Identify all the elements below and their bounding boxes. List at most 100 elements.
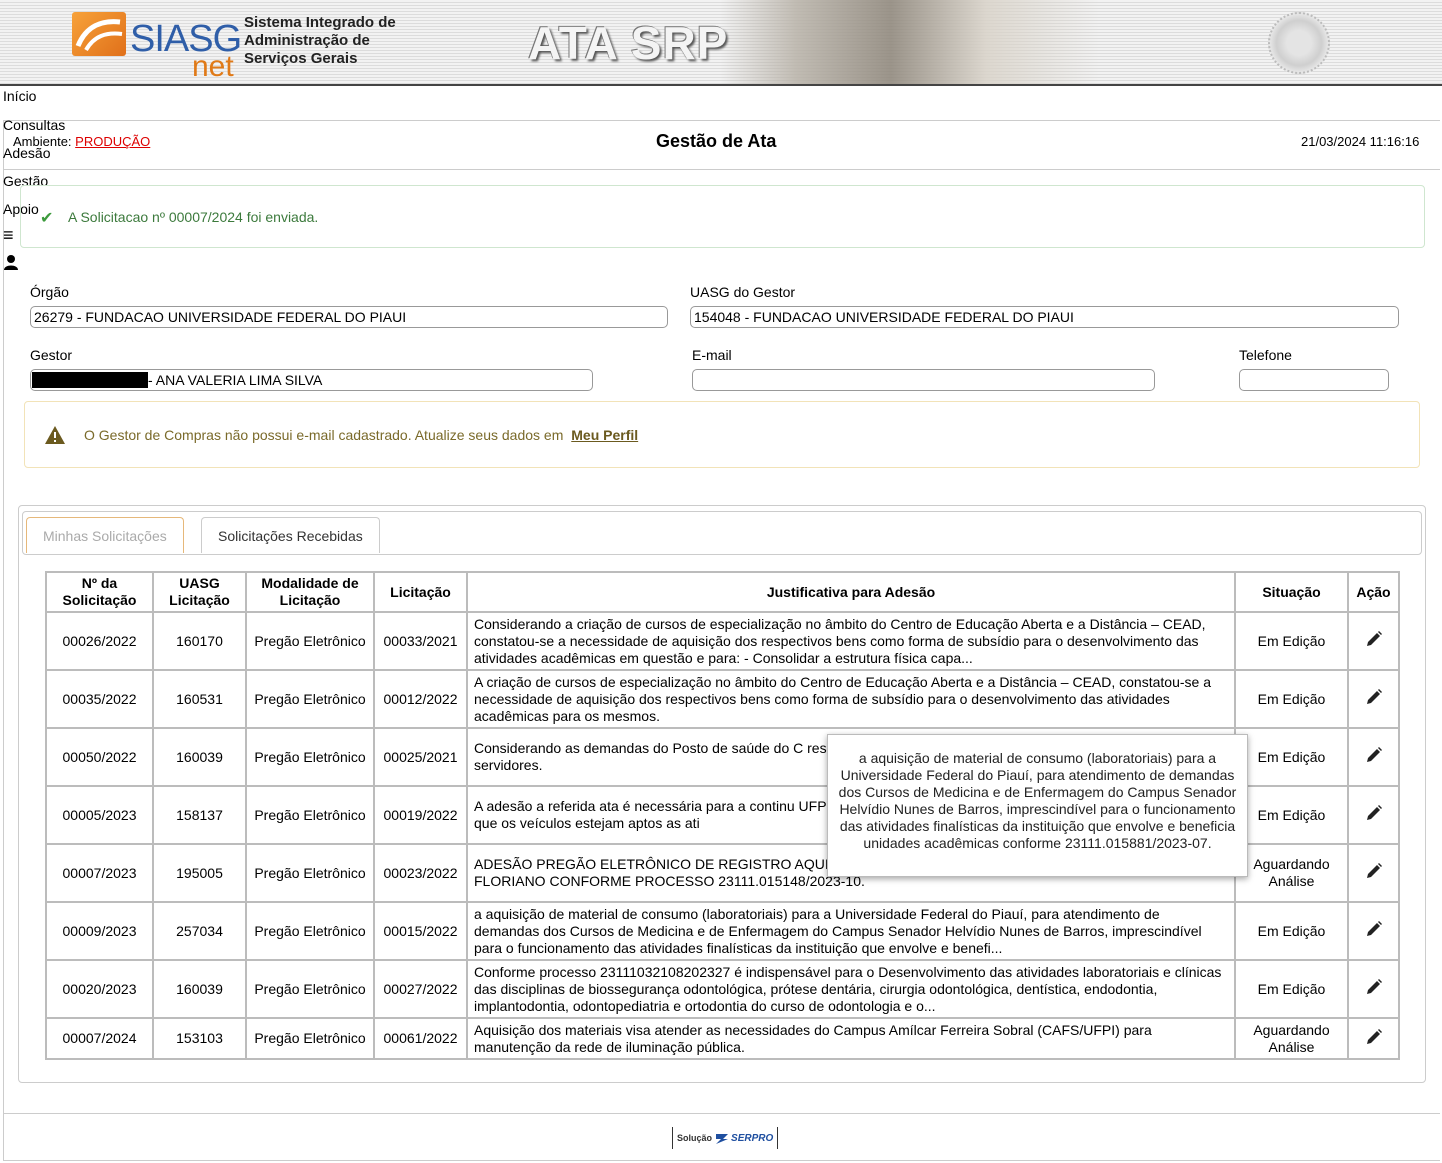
table-row: 00020/2023 160039 Pregão Eletrônico 00027/2… — [45, 959, 1400, 1019]
modalidade-cell: Pregão Eletrônico — [245, 727, 375, 787]
solicitacao-number-cell: 00020/2023 — [45, 959, 154, 1019]
telefone-label: Telefone — [1239, 347, 1292, 363]
environment-value: PRODUÇÃO — [75, 134, 151, 149]
warning-triangle-icon — [44, 425, 66, 445]
action-cell — [1347, 669, 1400, 729]
situacao-cell: Em Edição — [1234, 959, 1349, 1019]
action-cell — [1347, 727, 1400, 787]
meu-perfil-link[interactable]: Meu Perfil — [571, 427, 638, 443]
hamburger-icon[interactable]: ≡ — [3, 226, 14, 244]
email-label: E-mail — [692, 347, 732, 363]
orgao-label: Órgão — [30, 284, 69, 300]
modalidade-cell: Pregão Eletrônico — [245, 669, 375, 729]
modalidade-cell: Pregão Eletrônico — [245, 611, 375, 671]
modalidade-cell: Pregão Eletrônico — [245, 1017, 375, 1060]
menu-item-adesao[interactable]: Adesão — [3, 145, 50, 161]
situacao-cell: Em Edição — [1234, 669, 1349, 729]
system-name: Sistema Integrado de Administração de Se… — [244, 14, 414, 68]
solicitacao-number-cell: 00007/2024 — [45, 1017, 154, 1060]
solicitacao-number-cell: 00005/2023 — [45, 785, 154, 845]
action-cell — [1347, 785, 1400, 845]
column-header: Situação — [1234, 571, 1349, 613]
table-row: 00009/2023 257034 Pregão Eletrônico 00015/2… — [45, 901, 1400, 961]
user-icon[interactable] — [3, 254, 19, 273]
orgao-field[interactable]: 26279 - FUNDACAO UNIVERSIDADE FEDERAL DO… — [30, 306, 668, 328]
licitacao-cell: 00027/2022 — [373, 959, 468, 1019]
column-header: Justificativa para Adesão — [466, 571, 1236, 613]
uasg-gestor-label: UASG do Gestor — [690, 284, 796, 300]
solicitacao-number-cell: 00009/2023 — [45, 901, 154, 961]
situacao-cell: Em Edição — [1234, 727, 1349, 787]
tab-minhas-solicitacoes[interactable]: Minhas Solicitações — [26, 517, 184, 553]
modalidade-cell: Pregão Eletrônico — [245, 843, 375, 903]
pencil-icon[interactable] — [1365, 862, 1383, 884]
footer-prefix: Solução — [677, 1133, 713, 1143]
modalidade-cell: Pregão Eletrônico — [245, 785, 375, 845]
system-name-line: Serviços Gerais — [244, 50, 358, 67]
justificativa-cell: Conforme processo 23111032108202327 é in… — [466, 959, 1236, 1019]
coat-of-arms-icon — [1268, 12, 1330, 74]
serpro-logo: Solução SERPRO — [672, 1127, 779, 1149]
situacao-cell: Em Edição — [1234, 901, 1349, 961]
redacted-block — [32, 372, 148, 388]
modalidade-cell: Pregão Eletrônico — [245, 901, 375, 961]
situacao-cell: Em Edição — [1234, 785, 1349, 845]
pencil-icon[interactable] — [1365, 804, 1383, 826]
licitacao-cell: 00033/2021 — [373, 611, 468, 671]
menu-item-inicio[interactable]: Início — [3, 88, 36, 104]
table-row: 00035/2022 160531 Pregão Eletrônico 00012/2… — [45, 669, 1400, 729]
uasg-gestor-field[interactable]: 154048 - FUNDACAO UNIVERSIDADE FEDERAL D… — [690, 306, 1399, 328]
modalidade-cell: Pregão Eletrônico — [245, 959, 375, 1019]
justificativa-cell: a aquisição de material de consumo (labo… — [466, 901, 1236, 961]
pencil-icon[interactable] — [1365, 746, 1383, 768]
siasg-logo: SIASG net — [72, 12, 242, 83]
warning-text: O Gestor de Compras não possui e-mail ca… — [84, 427, 564, 443]
gestor-value: - ANA VALERIA LIMA SILVA — [148, 372, 323, 388]
uasg-cell: 160039 — [152, 959, 247, 1019]
system-name-line: Sistema Integrado de — [244, 14, 396, 31]
justificativa-tooltip: a aquisição de material de consumo (labo… — [827, 734, 1248, 877]
solicitacao-number-cell: 00026/2022 — [45, 611, 154, 671]
gestor-field[interactable]: - ANA VALERIA LIMA SILVA — [30, 369, 593, 391]
licitacao-cell: 00061/2022 — [373, 1017, 468, 1060]
uasg-cell: 257034 — [152, 901, 247, 961]
header-banner: SIASG net Sistema Integrado de Administr… — [0, 0, 1442, 86]
licitacao-cell: 00023/2022 — [373, 843, 468, 903]
licitacao-cell: 00019/2022 — [373, 785, 468, 845]
menu-item-consultas[interactable]: Consultas — [3, 117, 65, 133]
pencil-icon[interactable] — [1365, 630, 1383, 652]
uasg-cell: 160039 — [152, 727, 247, 787]
justificativa-cell: Aquisição dos materiais visa atender as … — [466, 1017, 1236, 1060]
pencil-icon[interactable] — [1365, 1028, 1383, 1050]
action-cell — [1347, 959, 1400, 1019]
check-icon: ✔ — [40, 210, 54, 227]
table-row: 00007/2024 153103 Pregão Eletrônico 00061/2… — [45, 1017, 1400, 1060]
success-message: A Solicitacao nº 00007/2024 foi enviada. — [68, 209, 319, 225]
action-cell — [1347, 1017, 1400, 1060]
telefone-field[interactable] — [1239, 369, 1389, 391]
table-header-row: Nº da Solicitação UASG Licitação Modalid… — [45, 571, 1400, 613]
uasg-cell: 160531 — [152, 669, 247, 729]
licitacao-cell: 00015/2022 — [373, 901, 468, 961]
tab-solicitacoes-recebidas[interactable]: Solicitações Recebidas — [201, 517, 380, 553]
solicitacao-number-cell: 00007/2023 — [45, 843, 154, 903]
pencil-icon[interactable] — [1365, 978, 1383, 1000]
solicitacao-number-cell: 00035/2022 — [45, 669, 154, 729]
email-field[interactable] — [692, 369, 1155, 391]
gestor-label: Gestor — [30, 347, 73, 363]
app-title: ATA SRP — [528, 17, 729, 69]
column-header: UASG Licitação — [152, 571, 247, 613]
system-name-line: Administração de — [244, 32, 370, 49]
uasg-cell: 153103 — [152, 1017, 247, 1060]
pencil-icon[interactable] — [1365, 688, 1383, 710]
pencil-icon[interactable] — [1365, 920, 1383, 942]
column-header: Modalidade de Licitação — [245, 571, 375, 613]
situacao-cell: Aguardando Análise — [1234, 1017, 1349, 1060]
action-cell — [1347, 901, 1400, 961]
page-title: Gestão de Ata — [656, 131, 777, 151]
logo-sub-text: net — [192, 50, 234, 83]
table-row: 00026/2022 160170 Pregão Eletrônico 00033/2… — [45, 611, 1400, 671]
column-header: Ação — [1347, 571, 1400, 613]
uasg-cell: 195005 — [152, 843, 247, 903]
banner-photo — [720, 0, 1100, 84]
